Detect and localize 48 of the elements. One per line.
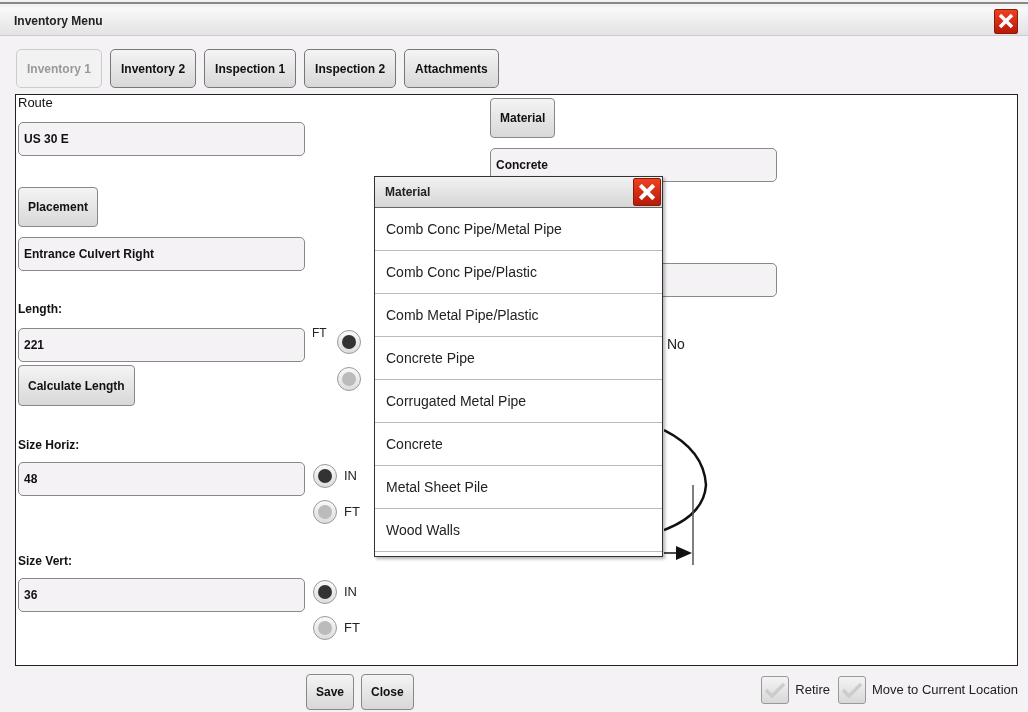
tab[interactable]: Inspection 1 bbox=[204, 49, 297, 88]
list-item[interactable]: Concrete Pipe bbox=[375, 337, 662, 380]
list-item[interactable]: Corrugated Metal Pipe bbox=[375, 380, 662, 423]
checkbox-label: Move to Current Location bbox=[872, 681, 1018, 700]
window-title: Inventory Menu bbox=[14, 13, 103, 30]
close-icon bbox=[638, 183, 656, 201]
action-button[interactable]: Close bbox=[361, 674, 414, 710]
placement-button[interactable]: Placement bbox=[18, 187, 99, 227]
close-icon bbox=[998, 13, 1014, 29]
radio-button[interactable] bbox=[313, 500, 337, 524]
close-button[interactable] bbox=[633, 178, 661, 206]
radio-button[interactable] bbox=[313, 616, 337, 640]
calculate-length-button[interactable]: Calculate Length bbox=[18, 365, 135, 406]
input-field[interactable]: 221 bbox=[18, 328, 305, 362]
popup-title: Material bbox=[385, 184, 431, 201]
radio-button[interactable] bbox=[313, 464, 337, 488]
list-item[interactable]: Metal Sheet Pile bbox=[375, 466, 662, 509]
list-item[interactable]: Wood Walls bbox=[375, 509, 662, 552]
list-item[interactable]: Comb Metal Pipe/Plastic bbox=[375, 294, 662, 337]
field-label: Size Vert: bbox=[18, 553, 74, 570]
radio-label: No bbox=[667, 335, 685, 354]
input-field[interactable]: US 30 E bbox=[18, 122, 305, 156]
checkbox[interactable] bbox=[838, 676, 867, 704]
input-field[interactable]: Entrance Culvert Right bbox=[18, 237, 305, 271]
action-button[interactable]: Save bbox=[306, 674, 355, 710]
radio-button[interactable] bbox=[336, 330, 361, 354]
field-label: Size Horiz: bbox=[18, 437, 81, 454]
input-field[interactable]: 48 bbox=[18, 462, 305, 496]
radio-button[interactable] bbox=[313, 580, 337, 604]
field-label: Route bbox=[18, 95, 54, 111]
radio-button[interactable] bbox=[336, 367, 361, 391]
radio-label: IN bbox=[344, 583, 357, 602]
checkbox-label: Retire bbox=[795, 681, 831, 700]
tab[interactable]: Inventory 2 bbox=[110, 49, 197, 88]
unit-label: FT bbox=[312, 325, 327, 342]
tab[interactable]: Inspection 2 bbox=[304, 49, 397, 88]
list-item[interactable]: Comb Conc Pipe/Plastic bbox=[375, 251, 662, 294]
input-field[interactable]: 36 bbox=[18, 578, 305, 612]
material-button[interactable]: Material bbox=[490, 98, 556, 138]
close-button[interactable] bbox=[994, 8, 1018, 34]
checkbox[interactable] bbox=[761, 676, 790, 704]
field-label: Length: bbox=[18, 301, 63, 318]
radio-label: FT bbox=[344, 619, 360, 638]
radio-label: FT bbox=[344, 503, 360, 522]
list-item[interactable]: Concrete bbox=[375, 423, 662, 466]
tab[interactable]: Attachments bbox=[404, 49, 499, 88]
radio-label: IN bbox=[344, 467, 357, 486]
list-item[interactable]: Comb Conc Pipe/Metal Pipe bbox=[375, 208, 662, 251]
